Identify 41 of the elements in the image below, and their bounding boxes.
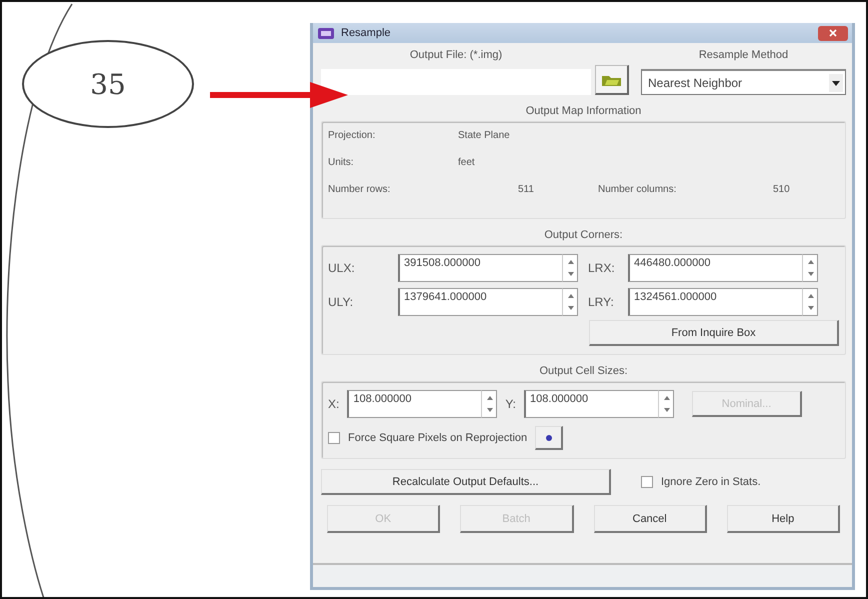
- field-label: LRX:: [588, 261, 616, 275]
- checkbox[interactable]: Ignore Zero in Stats.: [641, 476, 761, 488]
- info-label: Projection:: [328, 130, 376, 141]
- app-icon: [317, 26, 335, 40]
- dialog-button[interactable]: Cancel: [594, 505, 707, 533]
- window-title: Resample: [341, 27, 392, 39]
- field-label: LRY:: [588, 295, 615, 309]
- options-button[interactable]: [535, 426, 564, 450]
- output-file-label: Output File: (*.img): [408, 49, 504, 61]
- info-value: 511: [517, 184, 535, 195]
- close-button[interactable]: [818, 26, 848, 40]
- recalculate-button[interactable]: Recalculate Output Defaults...: [321, 469, 611, 495]
- info-label: Units:: [328, 157, 355, 168]
- resample-method-label: Resample Method: [698, 49, 790, 61]
- dot-icon[interactable]: [546, 434, 552, 440]
- section-title: Output Map Information: [524, 105, 642, 117]
- info-label: Number columns:: [598, 184, 678, 195]
- field-label: ULY:: [328, 295, 354, 309]
- close-icon[interactable]: [829, 29, 837, 37]
- checkbox[interactable]: Force Square Pixels on Reprojection: [328, 432, 528, 444]
- spin-field[interactable]: 391508.000000: [398, 254, 562, 282]
- spin-field[interactable]: 446480.000000: [628, 254, 802, 282]
- info-label: Number rows:: [328, 184, 392, 195]
- info-value: State Plane: [458, 130, 511, 141]
- spin-field[interactable]: 1324561.000000: [628, 288, 802, 316]
- resample-method-dropdown[interactable]: Nearest Neighbor: [641, 69, 846, 95]
- info-value: feet: [458, 157, 476, 168]
- output-file-field[interactable]: [321, 69, 591, 95]
- from-inquire-box-button[interactable]: From Inquire Box: [589, 320, 839, 346]
- field-label: X:: [328, 397, 340, 411]
- spin-field[interactable]: 108.000000: [524, 390, 658, 418]
- field-label: ULX:: [328, 261, 356, 275]
- info-value: 510: [772, 184, 791, 195]
- section-title: Output Corners:: [543, 229, 624, 241]
- dialog-button[interactable]: Help: [726, 505, 840, 533]
- spin-field[interactable]: 108.000000: [347, 390, 482, 418]
- number-label: 35: [22, 40, 194, 128]
- section-title: Output Cell Sizes:: [538, 365, 629, 377]
- field-label: Y:: [505, 397, 516, 411]
- browse-button[interactable]: [595, 65, 629, 95]
- spin-field[interactable]: 1379641.000000: [398, 288, 562, 316]
